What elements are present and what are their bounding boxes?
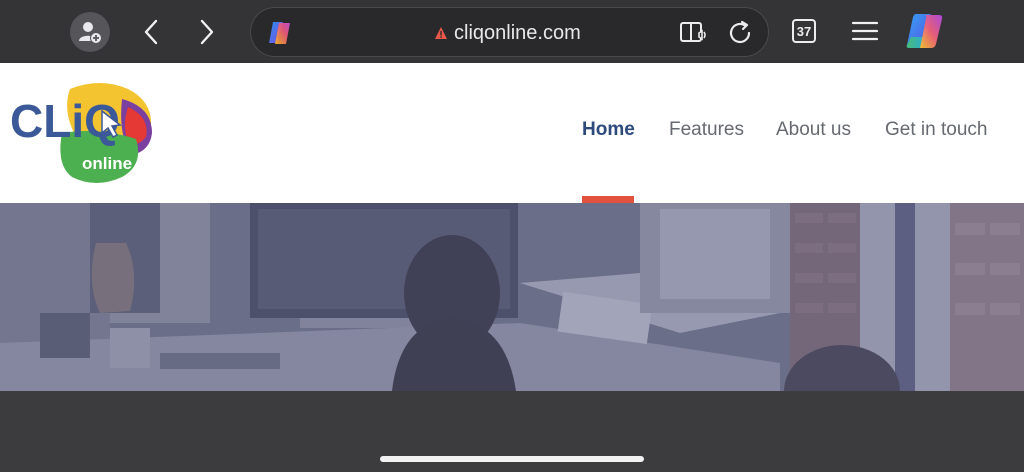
reader-aloud-icon[interactable] — [679, 19, 709, 47]
logo-subtext: online — [82, 154, 132, 173]
home-indicator[interactable] — [380, 456, 644, 462]
nav-get-in-touch[interactable]: Get in touch — [885, 119, 987, 141]
chevron-left-icon[interactable] — [136, 16, 166, 48]
address-bar[interactable]: cliqonline.com — [250, 7, 769, 57]
warning-icon — [435, 27, 447, 39]
nav-about-us[interactable]: About us — [776, 119, 851, 141]
add-profile-icon[interactable] — [70, 12, 110, 52]
tab-count: 37 — [792, 19, 816, 43]
chevron-right-icon[interactable] — [192, 16, 222, 48]
site-header: CLiQ online — [0, 63, 1024, 203]
reload-icon[interactable] — [726, 19, 754, 47]
nav-features[interactable]: Features — [669, 119, 744, 141]
active-nav-indicator — [582, 196, 634, 203]
hero-image — [0, 203, 1024, 391]
copilot-icon[interactable] — [265, 19, 295, 47]
nav-home[interactable]: Home — [582, 119, 635, 141]
cliq-online-logo[interactable]: CLiQ online — [10, 77, 156, 187]
browser-toolbar: cliqonline.com 37 — [0, 0, 1024, 63]
url-display[interactable]: cliqonline.com — [434, 21, 581, 45]
url-text: cliqonline.com — [454, 21, 581, 44]
copilot-icon[interactable] — [903, 11, 947, 51]
tabs-icon[interactable]: 37 — [790, 17, 818, 45]
menu-icon[interactable] — [850, 18, 880, 44]
